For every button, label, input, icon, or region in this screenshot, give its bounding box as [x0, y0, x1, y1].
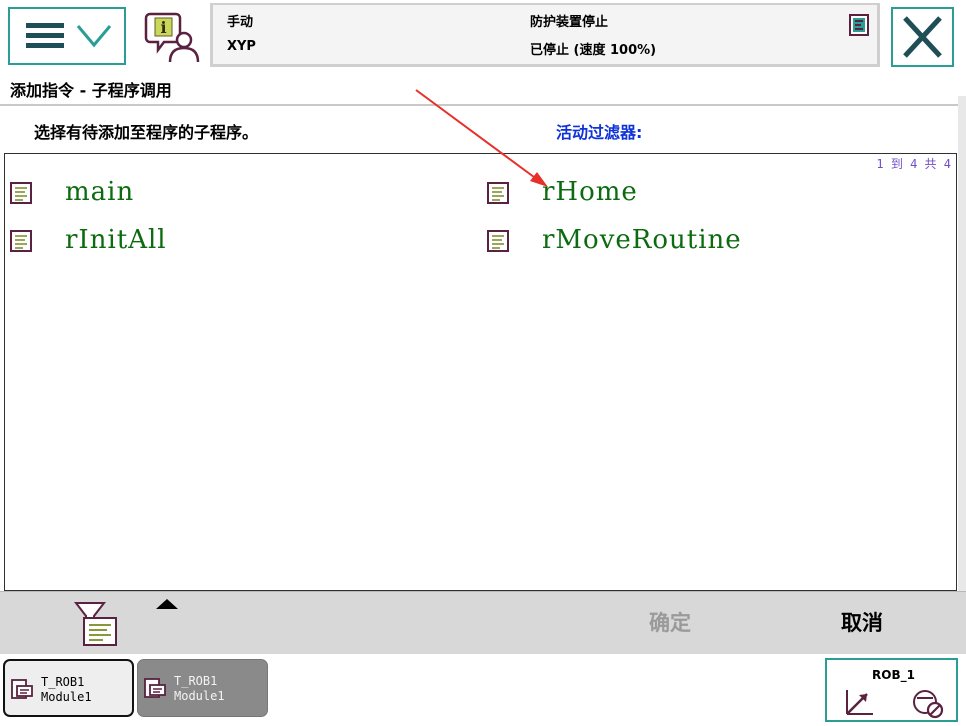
- incremental-off-icon: [913, 690, 944, 719]
- safety-state: 防护装置停止: [530, 15, 609, 30]
- title-divider: [0, 104, 966, 106]
- routine-icon: [10, 182, 32, 204]
- operating-mode: 手动: [227, 15, 254, 30]
- page-title: 添加指令 - 子程序调用: [10, 81, 172, 100]
- module-name: Module1: [41, 690, 92, 704]
- mechanical-unit-label: ROB_1: [872, 668, 915, 682]
- main-menu-button[interactable]: [8, 7, 126, 65]
- task-window-button-program[interactable]: T_ROB1 Module1: [3, 659, 134, 717]
- ok-button[interactable]: 确定: [620, 605, 720, 639]
- title-bar: 添加指令 - 子程序调用: [0, 72, 966, 100]
- task-name: T_ROB1: [174, 674, 218, 688]
- routine-name: rMoveRoutine: [542, 225, 742, 255]
- program-editor-icon: [144, 678, 166, 698]
- run-state: 已停止 (速度 100%): [530, 43, 657, 58]
- taskbar: T_ROB1 Module1 T_ROB1 Module1 ROB_1: [0, 654, 966, 726]
- menu-icon: [26, 23, 112, 48]
- close-button[interactable]: [891, 7, 954, 67]
- routine-list[interactable]: 1 到 4 共 4 main rHome rInitAll rMoveRouti…: [4, 153, 957, 591]
- system-name: XYP: [227, 39, 256, 54]
- routine-name: rInitAll: [65, 225, 167, 255]
- instruction-text: 选择有待添加至程序的子程序。: [34, 123, 259, 142]
- close-icon: [903, 16, 942, 58]
- active-filter-label[interactable]: 活动过滤器:: [556, 119, 642, 143]
- routine-icon: [10, 230, 32, 252]
- program-status-icon: [849, 14, 869, 36]
- coordinate-axes-icon: [846, 690, 873, 715]
- top-bar: i 手动 XYP 防护装置停止 已停止 (速度 100%): [0, 0, 966, 74]
- routine-icon: [487, 230, 509, 252]
- svg-text:i: i: [160, 18, 166, 37]
- expand-toolbar-icon[interactable]: [156, 599, 178, 609]
- task-window-button-module[interactable]: T_ROB1 Module1: [137, 659, 268, 717]
- program-editor-icon: [11, 679, 33, 699]
- list-item[interactable]: rMoveRoutine: [486, 224, 926, 258]
- command-toolbar: 确定 取消: [0, 591, 966, 654]
- routine-name: main: [65, 177, 135, 207]
- routine-icon: [487, 182, 509, 204]
- filter-button[interactable]: [70, 600, 120, 648]
- cancel-button[interactable]: 取消: [812, 605, 912, 639]
- scroll-rail: [958, 96, 966, 596]
- status-panel[interactable]: 手动 XYP 防护装置停止 已停止 (速度 100%): [210, 3, 880, 67]
- list-item[interactable]: main: [9, 176, 449, 210]
- event-log-icon[interactable]: i: [142, 8, 204, 66]
- list-pager: 1 到 4 共 4: [876, 157, 951, 171]
- routine-name: rHome: [542, 177, 638, 207]
- list-item[interactable]: rHome: [486, 176, 926, 210]
- list-item[interactable]: rInitAll: [9, 224, 449, 258]
- module-name: Module1: [174, 689, 225, 703]
- filter-icon: [73, 602, 117, 646]
- quickset-jog-button[interactable]: ROB_1: [825, 658, 958, 722]
- task-name: T_ROB1: [41, 675, 85, 689]
